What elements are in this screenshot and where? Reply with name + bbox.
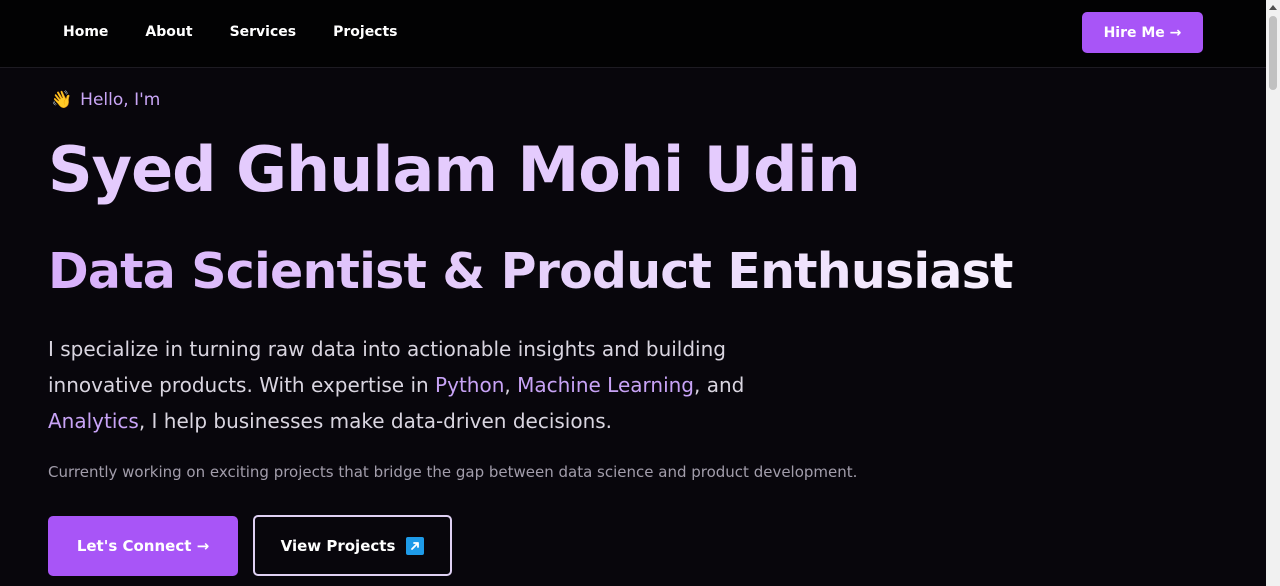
bio-highlight-python: Python [435, 373, 505, 397]
view-projects-label: View Projects [280, 536, 396, 555]
nav-link-services[interactable]: Services [230, 24, 297, 40]
hire-me-button[interactable]: Hire Me → [1082, 12, 1203, 53]
nav-link-about[interactable]: About [145, 24, 192, 40]
hero-name: Syed Ghulam Mohi Udin [48, 133, 861, 206]
bio-text: , and [694, 373, 745, 397]
scroll-up-arrow-icon[interactable] [1269, 5, 1277, 10]
greeting: 👋 Hello, I'm [51, 90, 160, 110]
bio-text: , [504, 373, 518, 397]
nav-links: Home About Services Projects [63, 24, 435, 40]
scroll-thumb[interactable] [1269, 16, 1277, 90]
top-navbar: Home About Services Projects Hire Me → [0, 0, 1266, 68]
bio-text: , I help businesses make data-driven dec… [138, 409, 613, 433]
page-scrollbar[interactable] [1266, 0, 1280, 586]
nav-link-projects[interactable]: Projects [333, 24, 397, 40]
bio-highlight-ml: Machine Learning [517, 373, 694, 397]
view-projects-button[interactable]: View Projects [253, 515, 452, 576]
nav-link-home[interactable]: Home [63, 24, 108, 40]
bio-highlight-analytics: Analytics [48, 409, 139, 433]
hero-role: Data Scientist & Product Enthusiast [48, 243, 1013, 300]
external-link-icon [406, 536, 425, 555]
hero-section: 👋 Hello, I'm Syed Ghulam Mohi Udin Data … [0, 69, 1266, 586]
lets-connect-button[interactable]: Let's Connect → [48, 516, 238, 576]
current-work-note: Currently working on exciting projects t… [48, 463, 858, 481]
greeting-text: Hello, I'm [80, 90, 161, 110]
hero-bio: I specialize in turning raw data into ac… [48, 331, 748, 439]
waving-hand-icon: 👋 [51, 90, 73, 110]
